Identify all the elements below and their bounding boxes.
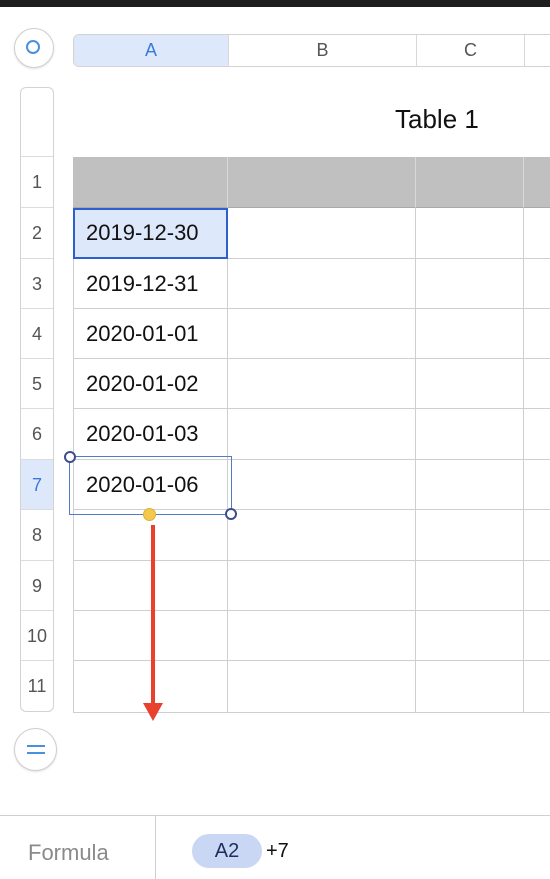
formula-label[interactable]: Formula xyxy=(28,840,109,866)
cell-d4[interactable] xyxy=(524,309,550,359)
row-header-11[interactable]: 11 xyxy=(21,661,53,711)
cell-c3[interactable] xyxy=(416,259,524,309)
column-header-a[interactable]: A xyxy=(74,35,229,66)
cell-b2[interactable] xyxy=(228,208,416,259)
row-header-7[interactable]: 7 xyxy=(21,460,53,510)
autofill-handle-icon[interactable] xyxy=(143,508,156,521)
column-header-c[interactable]: C xyxy=(417,35,525,66)
cell-d3[interactable] xyxy=(524,259,550,309)
cell-b7[interactable] xyxy=(228,460,416,510)
cell-b10[interactable] xyxy=(228,611,416,661)
row-header-1[interactable]: 1 xyxy=(21,157,53,208)
add-row-equals-icon[interactable] xyxy=(14,728,57,771)
cell-c7[interactable] xyxy=(416,460,524,510)
selection-range-outline xyxy=(69,456,232,515)
formula-divider xyxy=(155,816,156,879)
row-header-title-spacer xyxy=(21,88,53,157)
cell-b5[interactable] xyxy=(228,359,416,409)
cell-a4[interactable]: 2020-01-01 xyxy=(73,309,228,359)
cell-a5[interactable]: 2020-01-02 xyxy=(73,359,228,409)
table-grid: 2019-12-30 2019-12-31 2020-01-01 2020-01… xyxy=(73,157,550,713)
equals-bar-bottom xyxy=(27,752,45,754)
cell-d8[interactable] xyxy=(524,510,550,561)
cell-d11[interactable] xyxy=(524,661,550,713)
formula-extra-text[interactable]: +7 xyxy=(266,840,289,863)
cell-c10[interactable] xyxy=(416,611,524,661)
cell-d2[interactable] xyxy=(524,208,550,259)
cell-c4[interactable] xyxy=(416,309,524,359)
select-all-circle-icon[interactable] xyxy=(14,28,54,68)
cell-b4[interactable] xyxy=(228,309,416,359)
cell-c9[interactable] xyxy=(416,561,524,611)
formula-bar: Formula A2 +7 xyxy=(0,815,550,879)
window-top-edge xyxy=(0,0,550,7)
cell-d6[interactable] xyxy=(524,409,550,460)
row-header-3[interactable]: 3 xyxy=(21,259,53,309)
cell-b9[interactable] xyxy=(228,561,416,611)
cell-c5[interactable] xyxy=(416,359,524,409)
drag-arrow-head-icon xyxy=(143,703,163,721)
cell-d10[interactable] xyxy=(524,611,550,661)
table-title[interactable]: Table 1 xyxy=(395,104,479,135)
cell-a6[interactable]: 2020-01-03 xyxy=(73,409,228,460)
cell-b6[interactable] xyxy=(228,409,416,460)
cell-reference-token[interactable]: A2 xyxy=(192,834,262,868)
selection-handle-bottom-right[interactable] xyxy=(225,508,237,520)
cell-b8[interactable] xyxy=(228,510,416,561)
cell-c8[interactable] xyxy=(416,510,524,561)
cell-d7[interactable] xyxy=(524,460,550,510)
row-header-bar: 1 2 3 4 5 6 7 8 9 10 11 xyxy=(20,87,54,712)
row-header-9[interactable]: 9 xyxy=(21,561,53,611)
row-header-4[interactable]: 4 xyxy=(21,309,53,359)
row-header-10[interactable]: 10 xyxy=(21,611,53,661)
cell-d9[interactable] xyxy=(524,561,550,611)
row-header-5[interactable]: 5 xyxy=(21,359,53,409)
header-cell-b1[interactable] xyxy=(228,157,416,208)
drag-arrow-shaft xyxy=(151,525,155,705)
equals-bar-top xyxy=(27,745,45,747)
header-cell-a1[interactable] xyxy=(73,157,228,208)
cell-b11[interactable] xyxy=(228,661,416,713)
header-cell-d1[interactable] xyxy=(524,157,550,208)
cell-c6[interactable] xyxy=(416,409,524,460)
selection-handle-top-left[interactable] xyxy=(64,451,76,463)
column-header-b[interactable]: B xyxy=(229,35,417,66)
cell-a2[interactable]: 2019-12-30 xyxy=(73,208,228,259)
column-header-bar: A B C xyxy=(73,34,550,67)
cell-a3[interactable]: 2019-12-31 xyxy=(73,259,228,309)
row-header-6[interactable]: 6 xyxy=(21,409,53,460)
cell-d5[interactable] xyxy=(524,359,550,409)
cell-b3[interactable] xyxy=(228,259,416,309)
row-header-2[interactable]: 2 xyxy=(21,208,53,259)
row-header-8[interactable]: 8 xyxy=(21,510,53,561)
column-header-d[interactable] xyxy=(525,35,550,66)
cell-c11[interactable] xyxy=(416,661,524,713)
cell-c2[interactable] xyxy=(416,208,524,259)
header-cell-c1[interactable] xyxy=(416,157,524,208)
